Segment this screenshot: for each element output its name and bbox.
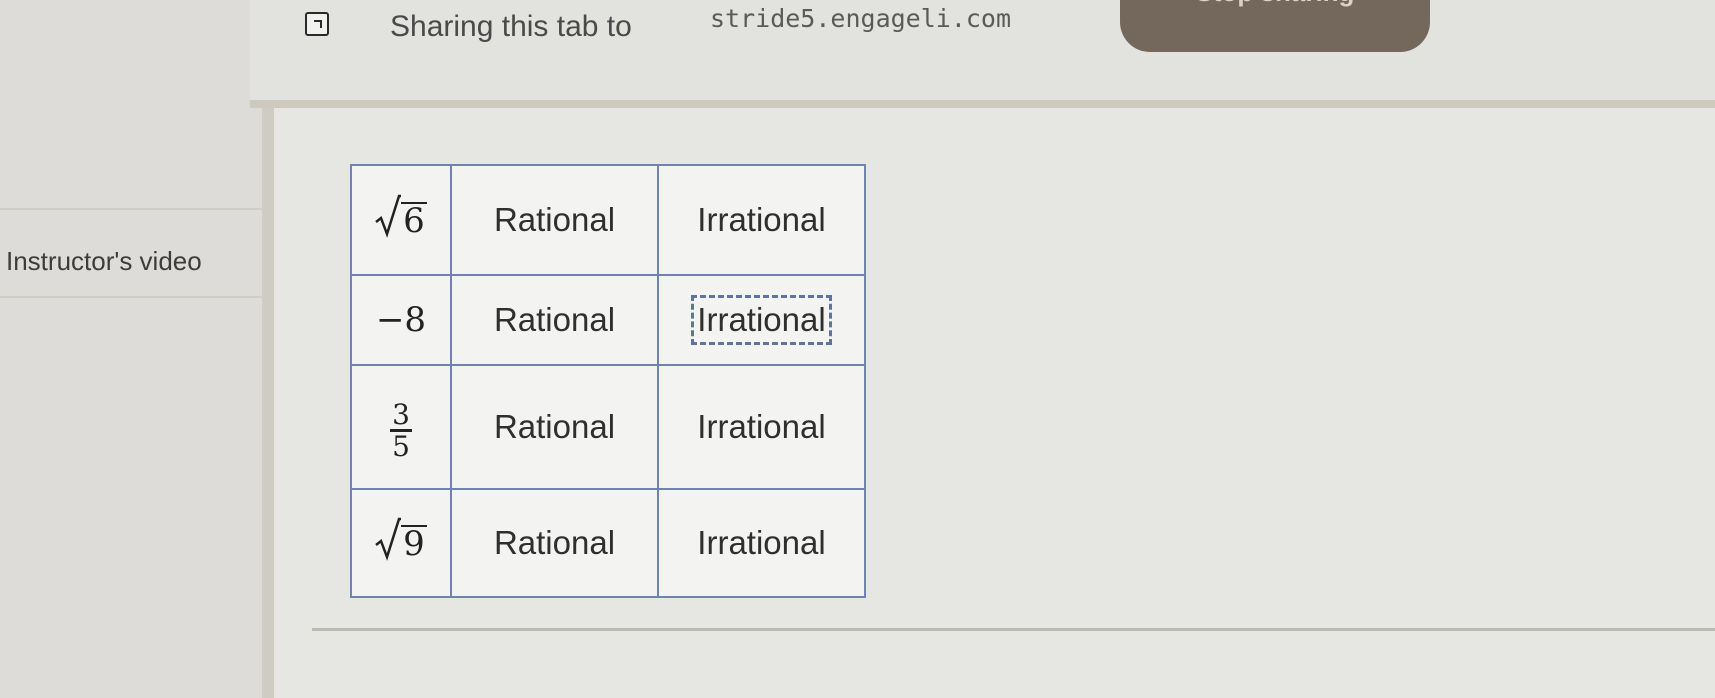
option-rational[interactable]: Rational: [450, 274, 659, 366]
numerator: 3: [392, 397, 410, 431]
stop-sharing-button[interactable]: Stop sharing: [1120, 0, 1430, 52]
option-label: Irrational: [697, 524, 826, 561]
option-label: Rational: [493, 201, 616, 238]
expression-cell: 6: [350, 164, 452, 276]
share-tab-icon: [305, 12, 329, 36]
option-irrational[interactable]: Irrational: [657, 164, 866, 276]
instructor-video-label: Instructor's video: [6, 246, 202, 276]
radical-sign-icon: [375, 194, 402, 238]
option-label: Irrational: [697, 201, 826, 238]
expression-cell: 9: [350, 488, 452, 598]
number-value: −8: [375, 300, 427, 340]
table-row: 3 5 Rational Irrational: [350, 364, 866, 490]
option-rational[interactable]: Rational: [450, 364, 659, 490]
content-gutter: [262, 108, 274, 698]
option-irrational[interactable]: Irrational: [657, 274, 866, 366]
table-row: 6 Rational Irrational: [350, 164, 866, 276]
expression-cell: 3 5: [350, 364, 452, 490]
denominator: 5: [392, 429, 410, 463]
option-label: Rational: [493, 408, 616, 445]
option-label: Irrational: [697, 408, 826, 445]
sidebar: Instructor's video: [0, 0, 262, 698]
option-label-focused: Irrational: [691, 295, 832, 345]
fraction: 3 5: [390, 397, 412, 463]
sharing-bar: Sharing this tab to stride5.engageli.com…: [250, 0, 1715, 108]
sidebar-divider: [0, 208, 262, 210]
square-root: 9: [375, 517, 427, 561]
option-irrational[interactable]: Irrational: [657, 488, 866, 598]
radicand: 6: [401, 200, 427, 241]
option-label: Rational: [493, 524, 616, 561]
sharing-url: stride5.engageli.com: [710, 4, 1012, 33]
sharing-message: Sharing this tab to: [390, 10, 632, 43]
table-row: −8 Rational Irrational: [350, 274, 866, 366]
rational-irrational-table: 6 Rational Irrational −8 Rational Irrati…: [350, 164, 866, 598]
table-row: 9 Rational Irrational: [350, 488, 866, 598]
square-root: 6: [375, 194, 427, 238]
option-label: Rational: [493, 301, 616, 338]
option-rational[interactable]: Rational: [450, 164, 659, 276]
option-rational[interactable]: Rational: [450, 488, 659, 598]
sidebar-divider: [0, 296, 262, 298]
radicand: 9: [401, 523, 427, 564]
expression-cell: −8: [350, 274, 452, 366]
option-irrational[interactable]: Irrational: [657, 364, 866, 490]
content-divider: [312, 628, 1715, 631]
radical-sign-icon: [375, 517, 402, 561]
